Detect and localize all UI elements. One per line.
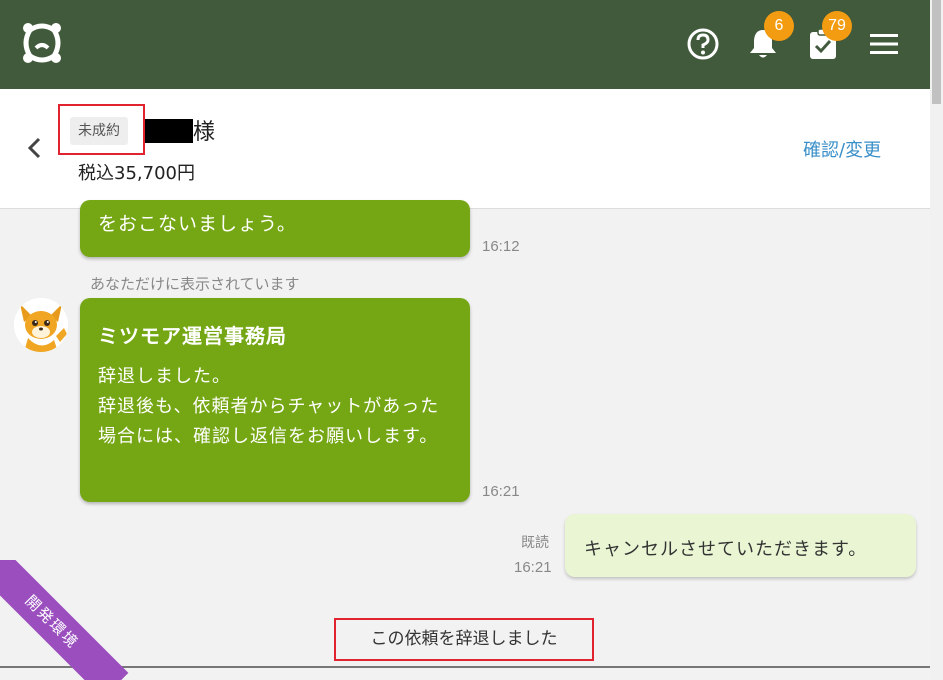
dev-environment-ribbon: 開発環境 <box>0 560 130 680</box>
admin-message-bubble: ミツモア運営事務局 辞退しました。 辞退後も、依頼者からチャットがあった場合には、… <box>80 298 470 502</box>
task-count-badge: 79 <box>822 11 852 41</box>
private-notice: あなただけに表示されています <box>90 275 300 293</box>
message-body: 辞退しました。 辞退後も、依頼者からチャットがあった場合には、確認し返信をお願いし… <box>98 366 440 447</box>
scrollbar-thumb[interactable] <box>932 0 941 104</box>
client-name-suffix: 様 <box>193 120 216 145</box>
message-time: 16:21 <box>514 559 552 576</box>
fox-mascot-avatar-icon <box>14 298 68 352</box>
confirm-change-link[interactable]: 確認/変更 <box>803 136 881 162</box>
dev-environment-label: 開発環境 <box>0 560 129 680</box>
highlight-frame <box>58 104 145 155</box>
own-message-bubble: キャンセルさせていただきます。 <box>565 514 916 577</box>
system-message: この依頼を辞退しました <box>334 618 594 661</box>
notification-count-badge: 6 <box>764 11 794 41</box>
read-receipt: 既読 <box>521 535 549 551</box>
message-bubble: をおこないましょう。 <box>80 200 470 257</box>
divider <box>0 666 930 668</box>
help-circle-icon[interactable] <box>685 26 721 62</box>
message-time: 16:21 <box>482 483 520 500</box>
app-logo-icon[interactable] <box>22 22 62 64</box>
message-time: 16:12 <box>482 238 520 255</box>
top-bar: 6 79 <box>0 0 930 89</box>
message-text: をおこないましょう。 <box>98 213 297 235</box>
chevron-left-icon[interactable] <box>22 135 48 161</box>
sender-name: ミツモア運営事務局 <box>98 324 287 348</box>
message-text: キャンセルさせていただきます。 <box>584 539 868 560</box>
redacted-name <box>145 119 193 143</box>
price-label: 税込35,700円 <box>78 163 195 184</box>
hamburger-menu-icon[interactable] <box>866 26 902 62</box>
